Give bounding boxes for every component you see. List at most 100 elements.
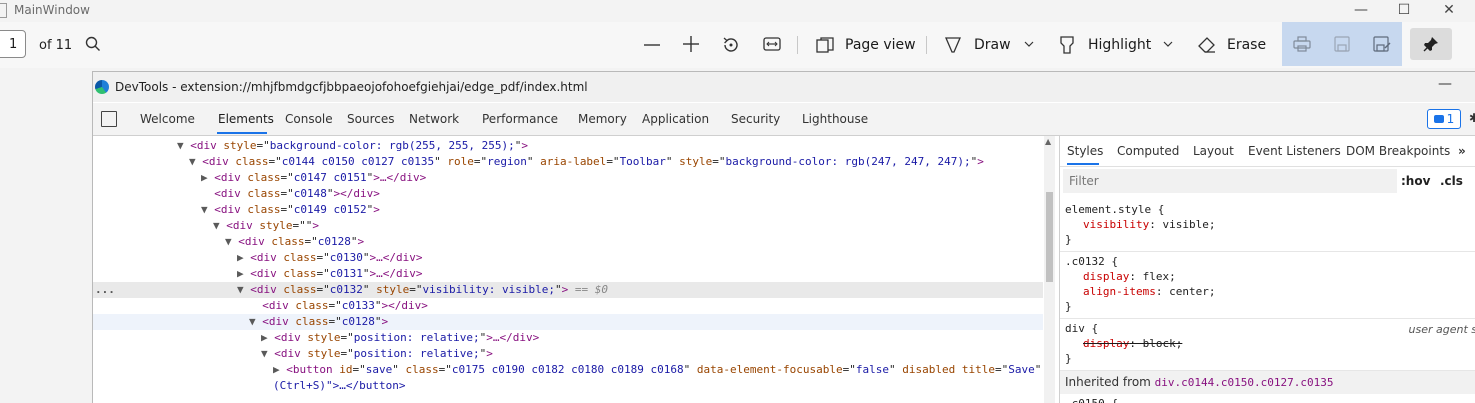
save-as-icon[interactable]: [1373, 36, 1391, 52]
pin-icon: [1423, 36, 1439, 52]
styles-filter-input[interactable]: Filter: [1063, 169, 1397, 193]
tab-application[interactable]: Application: [642, 112, 709, 126]
scrollbar-thumb[interactable]: [1046, 192, 1053, 282]
rule-selector: element.style {: [1065, 202, 1475, 217]
fit-width-icon[interactable]: [763, 37, 781, 51]
attr-name: style: [223, 139, 256, 152]
expanded-triangle-icon[interactable]: ▼: [189, 155, 202, 168]
tab-memory[interactable]: Memory: [578, 112, 627, 126]
maximize-button[interactable]: ☐: [1381, 0, 1427, 22]
style-declaration[interactable]: visibility: visible;: [1065, 217, 1475, 232]
more-tabs-chevron-icon[interactable]: »: [1458, 144, 1466, 158]
dom-tree-scrollbar[interactable]: ▲: [1044, 136, 1055, 403]
dom-node-row[interactable]: ▼ <div class="c0149 c0152">: [93, 202, 1043, 218]
collapsed-triangle-icon[interactable]: ▶: [201, 171, 214, 184]
tab-performance[interactable]: Performance: [482, 112, 558, 126]
attr-quote: ": [363, 267, 370, 280]
attr-quote: ": [555, 283, 562, 296]
draw-icon[interactable]: [945, 36, 961, 54]
zoom-in-icon[interactable]: [683, 36, 699, 52]
dom-node-row[interactable]: (Ctrl+S)">…</button>: [93, 378, 1043, 394]
print-icon[interactable]: [1293, 36, 1311, 52]
collapsed-triangle-icon[interactable]: ▶: [237, 267, 250, 280]
node-actions-icon[interactable]: ...: [95, 282, 115, 298]
dom-node-row[interactable]: ▶ <div class="c0130">…</div>: [93, 250, 1043, 266]
collapsed-triangle-icon[interactable]: ▶: [261, 331, 274, 344]
dom-node-row[interactable]: ▶ <div class="c0147 c0151">…</div>: [93, 170, 1043, 186]
attr-name: title: [962, 363, 995, 376]
hover-state-toggle[interactable]: :hov: [1401, 174, 1430, 188]
attr-value: c0147 c0151: [294, 171, 367, 184]
dom-node-row[interactable]: ▼ <div class="c0128">: [93, 314, 1043, 330]
expanded-triangle-icon[interactable]: ▼: [249, 315, 262, 328]
devtools-minimize-button[interactable]: —: [1438, 76, 1452, 92]
highlight-icon[interactable]: [1059, 36, 1075, 54]
rotate-icon[interactable]: [722, 36, 740, 54]
tab-lighthouse[interactable]: Lighthouse: [802, 112, 868, 126]
subtab-computed[interactable]: Computed: [1117, 144, 1179, 158]
attr-eq: =": [439, 363, 452, 376]
dom-node-row[interactable]: ▼ <div class="c0128">: [93, 234, 1043, 250]
highlight-button[interactable]: Highlight: [1088, 37, 1151, 53]
attr-eq: =": [352, 363, 365, 376]
collapsed-triangle-icon[interactable]: ▶: [273, 363, 286, 376]
close-button[interactable]: ✕: [1426, 0, 1472, 22]
class-toggle[interactable]: .cls: [1440, 174, 1463, 188]
dom-node-row[interactable]: ▶ <div style="position: relative;">…</di…: [93, 330, 1043, 346]
expanded-triangle-icon[interactable]: ▼: [237, 283, 250, 296]
tab-sources[interactable]: Sources: [347, 112, 394, 126]
scroll-up-icon[interactable]: ▲: [1045, 137, 1051, 146]
expanded-triangle-icon[interactable]: ▼: [225, 235, 238, 248]
tab-console[interactable]: Console: [285, 112, 333, 126]
dom-node-row[interactable]: <div class="c0133"></div>: [93, 298, 1043, 314]
dom-node-row[interactable]: ▼ <div style="position: relative;">: [93, 346, 1043, 362]
highlight-chevron-down-icon[interactable]: [1163, 41, 1173, 47]
expanded-triangle-icon[interactable]: ▼: [177, 139, 190, 152]
draw-chevron-down-icon[interactable]: [1024, 41, 1034, 47]
expanded-triangle-icon[interactable]: ▼: [261, 347, 274, 360]
style-declaration[interactable]: display: block;: [1065, 336, 1475, 351]
minimize-button[interactable]: —: [1338, 0, 1384, 22]
dom-node-row[interactable]: ▶ <button id="save" class="c0175 c0190 c…: [93, 362, 1043, 378]
tab-network[interactable]: Network: [409, 112, 459, 126]
inspect-element-icon[interactable]: [101, 111, 117, 127]
inherited-from-link[interactable]: div.c0144.c0150.c0127.c0135: [1155, 376, 1334, 389]
attr-quote: ": [363, 251, 370, 264]
eraser-icon[interactable]: [1198, 36, 1216, 54]
collapsed-triangle-icon[interactable]: ▶: [237, 251, 250, 264]
dom-node-row[interactable]: ...▼ <div class="c0132" style="visibilit…: [93, 282, 1043, 298]
draw-button[interactable]: Draw: [974, 37, 1011, 53]
expanded-triangle-icon[interactable]: ▼: [201, 203, 214, 216]
tab-welcome[interactable]: Welcome: [140, 112, 195, 126]
settings-gear-icon[interactable]: ✱: [1469, 111, 1475, 125]
dom-node-content: (Ctrl+S)">…</button>: [273, 378, 405, 394]
page-view-button[interactable]: Page view: [845, 37, 916, 53]
expanded-triangle-icon[interactable]: ▼: [213, 219, 226, 232]
page-view-icon[interactable]: [816, 37, 834, 53]
issues-badge[interactable]: 1: [1427, 109, 1461, 129]
subtab-dom-breakpoints[interactable]: DOM Breakpoints: [1346, 144, 1450, 158]
attr-name: class: [271, 235, 304, 248]
subtab-styles[interactable]: Styles: [1067, 144, 1103, 158]
dom-node-row[interactable]: ▶ <div class="c0131">…</div>: [93, 266, 1043, 282]
pin-button[interactable]: [1410, 28, 1452, 60]
erase-button[interactable]: Erase: [1227, 37, 1266, 53]
dom-node-row[interactable]: ▼ <div class="c0144 c0150 c0127 c0135" r…: [93, 154, 1043, 170]
space: [690, 363, 697, 376]
style-declaration[interactable]: align-items: center;: [1065, 284, 1475, 299]
zoom-out-icon[interactable]: [644, 44, 660, 46]
search-icon[interactable]: [85, 36, 101, 52]
style-declaration[interactable]: display: flex;: [1065, 269, 1475, 284]
attr-name: class: [295, 315, 328, 328]
subtab-event-listeners[interactable]: Event Listeners: [1248, 144, 1341, 158]
elements-dom-tree[interactable]: ▼ <div style="background-color: rgb(255,…: [93, 136, 1043, 403]
page-number-input[interactable]: 1: [0, 30, 26, 58]
attr-value: c0148: [294, 187, 327, 200]
tab-elements[interactable]: Elements: [218, 112, 274, 126]
dom-node-row[interactable]: ▼ <div style="">: [93, 218, 1043, 234]
tab-security[interactable]: Security: [731, 112, 780, 126]
subtab-layout[interactable]: Layout: [1193, 144, 1234, 158]
dom-node-row[interactable]: ▼ <div style="background-color: rgb(255,…: [93, 138, 1043, 154]
save-icon[interactable]: [1334, 36, 1350, 52]
dom-node-row[interactable]: <div class="c0148"></div>: [93, 186, 1043, 202]
